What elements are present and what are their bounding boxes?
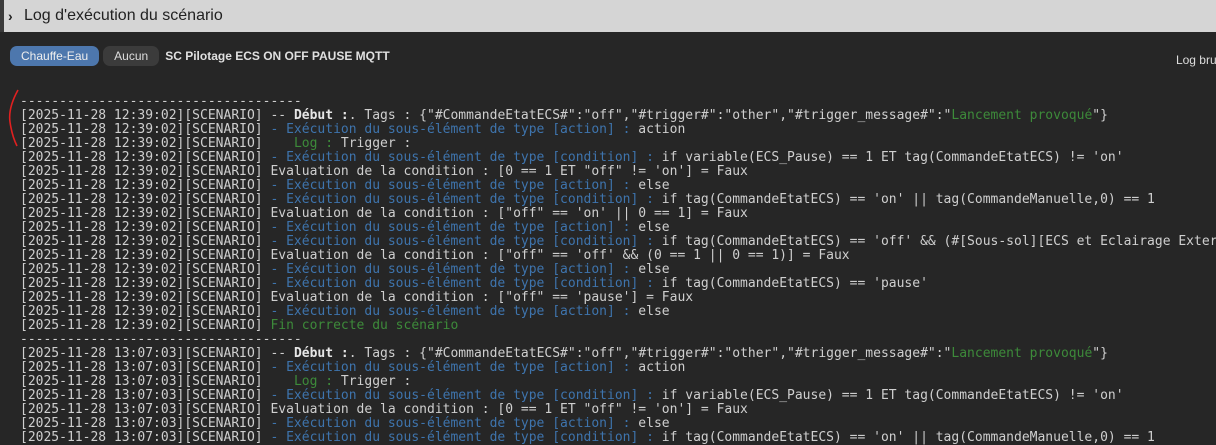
log-segment: [2025-11-28 13:07:03][SCENARIO] — [20, 416, 271, 431]
log-line: [2025-11-28 13:07:03][SCENARIO] - Exécut… — [20, 417, 1216, 431]
log-segment: [2025-11-28 13:07:03][SCENARIO] — [20, 430, 271, 445]
log-segment: if tag(CommandeEtatECS) == 'on' || tag(C… — [653, 430, 1155, 445]
log-segment: [2025-11-28 12:39:02][SCENARIO] — [20, 192, 271, 207]
log-segment: if variable(ECS_Pause) == 1 ET tag(Comma… — [653, 150, 1124, 165]
log-segment: - Exécution du sous-élément de type [con… — [270, 430, 654, 445]
log-segment: Fin correcte du scénario — [270, 318, 459, 333]
panel-title: Log d'exécution du scénario — [24, 7, 223, 24]
log-segment: [2025-11-28 12:39:02][SCENARIO] — [20, 304, 271, 319]
log-segment: Log : — [293, 374, 334, 389]
log-segment: Lancement provoqué — [951, 346, 1093, 361]
log-line: [2025-11-28 12:39:02][SCENARIO] - Exécut… — [20, 305, 1216, 319]
log-segment: Début : — [293, 346, 349, 361]
log-line: [2025-11-28 13:07:03][SCENARIO] -- Début… — [20, 347, 1216, 361]
log-segment: action — [630, 360, 686, 375]
chevron-right-icon[interactable]: › — [8, 8, 22, 24]
log-segment: [2025-11-28 13:07:03][SCENARIO] -- — [20, 346, 294, 361]
log-segment: ------------------------------------ — [20, 332, 302, 347]
log-line: [2025-11-28 13:07:03][SCENARIO] Log : Tr… — [20, 375, 1216, 389]
log-segment: if tag(CommandeEtatECS) == 'pause' — [653, 276, 928, 291]
log-line: [2025-11-28 12:39:02][SCENARIO] Fin corr… — [20, 319, 1216, 333]
log-line: ------------------------------------ — [20, 95, 1216, 109]
log-segment: - Exécution du sous-élément de type [act… — [270, 122, 631, 137]
log-segment: . Tags : {"#CommandeEtatECS#":"off","#tr… — [348, 108, 952, 123]
log-segment: Trigger : — [333, 374, 412, 389]
log-line: [2025-11-28 12:39:02][SCENARIO] - Exécut… — [20, 193, 1216, 207]
log-segment: [2025-11-28 12:39:02][SCENARIO] — [20, 262, 271, 277]
log-segment: [2025-11-28 12:39:02][SCENARIO] — [20, 276, 271, 291]
log-line: [2025-11-28 12:39:02][SCENARIO] - Exécut… — [20, 151, 1216, 165]
log-line: [2025-11-28 12:39:02][SCENARIO] Evaluati… — [20, 291, 1216, 305]
scenario-toolbar: Chauffe-Eau Aucun SC Pilotage ECS ON OFF… — [10, 46, 390, 66]
log-segment: [2025-11-28 13:07:03][SCENARIO] — [20, 388, 271, 403]
log-segment: [2025-11-28 12:39:02][SCENARIO] — [20, 136, 294, 151]
log-segment: [2025-11-28 12:39:02][SCENARIO] — [20, 234, 271, 249]
log-line: [2025-11-28 12:39:02][SCENARIO] Evaluati… — [20, 165, 1216, 179]
log-panel-header[interactable]: › Log d'exécution du scénario — [0, 0, 1216, 32]
log-segment: - Exécution du sous-élément de type [con… — [270, 150, 654, 165]
log-segment: ------------------------------------ — [20, 94, 302, 109]
log-line: [2025-11-28 13:07:03][SCENARIO] Evaluati… — [20, 403, 1216, 417]
log-segment: [2025-11-28 12:39:02][SCENARIO] — [20, 178, 271, 193]
log-segment: [2025-11-28 12:39:02][SCENARIO] — [20, 150, 271, 165]
log-segment: [2025-11-28 13:07:03][SCENARIO] — [20, 374, 294, 389]
log-line: [2025-11-28 12:39:02][SCENARIO] - Exécut… — [20, 221, 1216, 235]
log-line: ------------------------------------ — [20, 333, 1216, 347]
log-line: [2025-11-28 12:39:02][SCENARIO] Log : Tr… — [20, 137, 1216, 151]
log-segment: [2025-11-28 13:07:03][SCENARIO] — [20, 360, 271, 375]
log-segment: [2025-11-28 12:39:02][SCENARIO] — [20, 318, 271, 333]
log-segment: - Exécution du sous-élément de type [con… — [270, 234, 654, 249]
log-segment: else — [630, 220, 670, 235]
log-line: [2025-11-28 13:07:03][SCENARIO] - Exécut… — [20, 361, 1216, 375]
log-line: [2025-11-28 12:39:02][SCENARIO] Evaluati… — [20, 249, 1216, 263]
log-line: [2025-11-28 12:39:02][SCENARIO] Evaluati… — [20, 207, 1216, 221]
log-segment: [2025-11-28 12:39:02][SCENARIO] Evaluati… — [20, 206, 748, 221]
log-segment: if variable(ECS_Pause) == 1 ET tag(Comma… — [653, 388, 1124, 403]
group-button[interactable]: Chauffe-Eau — [10, 46, 100, 66]
log-segment: - Exécution du sous-élément de type [act… — [270, 262, 631, 277]
scenario-name: SC Pilotage ECS ON OFF PAUSE MQTT — [165, 49, 390, 63]
log-line: [2025-11-28 12:39:02][SCENARIO] - Exécut… — [20, 277, 1216, 291]
log-line: [2025-11-28 13:07:03][SCENARIO] - Exécut… — [20, 389, 1216, 403]
log-segment: . Tags : {"#CommandeEtatECS#":"off","#tr… — [348, 346, 952, 361]
log-segment: - Exécution du sous-élément de type [act… — [270, 220, 631, 235]
log-segment: [2025-11-28 12:39:02][SCENARIO] -- — [20, 108, 294, 123]
log-segment: action — [630, 122, 686, 137]
log-segment: [2025-11-28 12:39:02][SCENARIO] — [20, 122, 271, 137]
log-segment: - Exécution du sous-élément de type [act… — [270, 360, 631, 375]
log-segment: else — [630, 178, 670, 193]
object-button[interactable]: Aucun — [103, 46, 160, 66]
raw-log-link[interactable]: Log brut — [1176, 53, 1216, 67]
log-segment: "} — [1092, 108, 1108, 123]
log-segment: if tag(CommandeEtatECS) == 'on' || tag(C… — [653, 192, 1155, 207]
log-segment: Lancement provoqué — [951, 108, 1093, 123]
log-segment: Début : — [293, 108, 349, 123]
log-line: [2025-11-28 12:39:02][SCENARIO] -- Début… — [20, 109, 1216, 123]
log-segment: [2025-11-28 13:07:03][SCENARIO] Evaluati… — [20, 402, 748, 417]
red-annotation-mark — [8, 89, 19, 147]
log-segment: Log : — [293, 136, 334, 151]
log-line: [2025-11-28 12:39:02][SCENARIO] - Exécut… — [20, 235, 1216, 249]
log-segment: [2025-11-28 12:39:02][SCENARIO] Evaluati… — [20, 248, 850, 263]
log-line: [2025-11-28 13:07:03][SCENARIO] - Exécut… — [20, 431, 1216, 445]
log-segment: - Exécution du sous-élément de type [con… — [270, 388, 654, 403]
log-segment: if tag(CommandeEtatECS) == 'off' && (#[S… — [653, 234, 1216, 249]
log-segment: - Exécution du sous-élément de type [act… — [270, 178, 631, 193]
log-output: ------------------------------------ [202… — [20, 95, 1216, 445]
log-line: [2025-11-28 12:39:02][SCENARIO] - Exécut… — [20, 179, 1216, 193]
log-segment: else — [630, 416, 670, 431]
log-line: [2025-11-28 12:39:02][SCENARIO] - Exécut… — [20, 263, 1216, 277]
log-segment: - Exécution du sous-élément de type [act… — [270, 416, 631, 431]
log-segment: "} — [1092, 346, 1108, 361]
log-segment: else — [630, 262, 670, 277]
log-segment: [2025-11-28 12:39:02][SCENARIO] Evaluati… — [20, 164, 748, 179]
log-segment: Trigger : — [333, 136, 412, 151]
log-segment: - Exécution du sous-élément de type [con… — [270, 276, 654, 291]
log-segment: - Exécution du sous-élément de type [act… — [270, 304, 631, 319]
log-segment: [2025-11-28 12:39:02][SCENARIO] — [20, 220, 271, 235]
log-segment: [2025-11-28 12:39:02][SCENARIO] Evaluati… — [20, 290, 694, 305]
log-segment: else — [630, 304, 670, 319]
log-line: [2025-11-28 12:39:02][SCENARIO] - Exécut… — [20, 123, 1216, 137]
log-segment: - Exécution du sous-élément de type [con… — [270, 192, 654, 207]
